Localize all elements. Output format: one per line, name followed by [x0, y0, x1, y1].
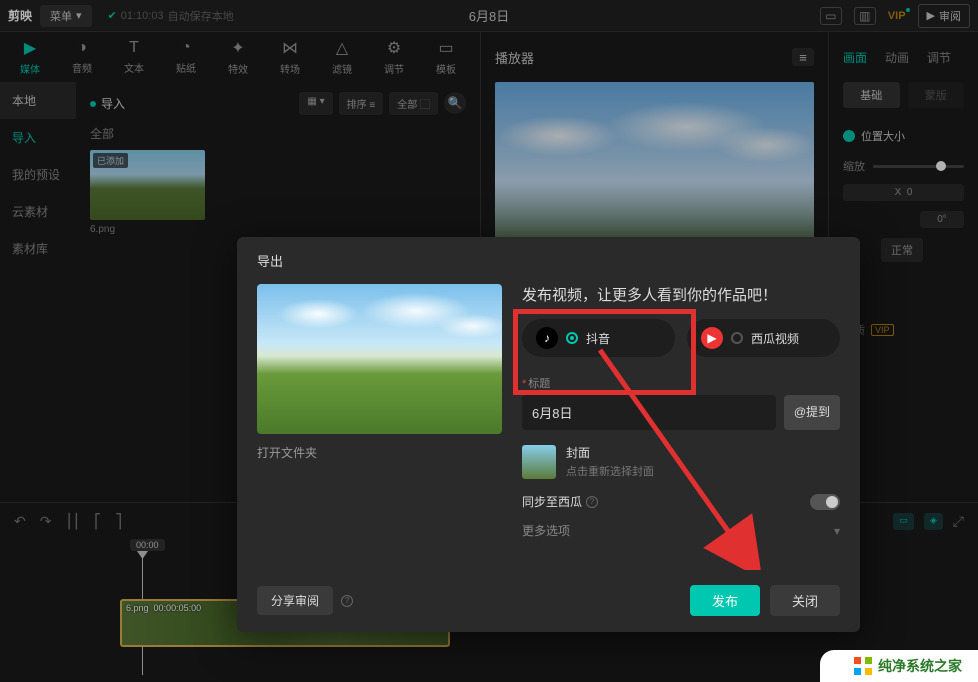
export-preview [257, 284, 502, 434]
sync-toggle[interactable] [810, 494, 840, 510]
export-modal: 导出 打开文件夹 发布视频，让更多人看到你的作品吧！ ♪ 抖音 ▶ 西瓜视频 *… [237, 237, 860, 632]
chevron-down-icon: ▾ [834, 524, 840, 538]
publish-button[interactable]: 发布 [690, 585, 760, 616]
platform-douyin[interactable]: ♪ 抖音 [522, 319, 675, 357]
watermark-logo-icon [854, 657, 872, 675]
publish-heading: 发布视频，让更多人看到你的作品吧！ [522, 284, 840, 305]
cover-label: 封面 [566, 444, 840, 461]
xigua-label: 西瓜视频 [751, 330, 799, 347]
radio-on-icon [566, 332, 578, 344]
help-icon[interactable]: ? [586, 496, 598, 508]
modal-title: 导出 [237, 237, 860, 284]
watermark: 纯净系统之家 [820, 650, 978, 682]
open-folder-link[interactable]: 打开文件夹 [257, 444, 502, 461]
sync-label: 同步至西瓜 [522, 493, 582, 510]
title-section-label: *标题 [522, 375, 840, 391]
cover-hint: 点击重新选择封面 [566, 463, 840, 479]
mention-button[interactable]: @提到 [784, 395, 840, 430]
close-button[interactable]: 关闭 [770, 585, 840, 616]
help-icon[interactable]: ? [341, 595, 353, 607]
watermark-text: 纯净系统之家 [878, 656, 962, 676]
douyin-icon: ♪ [536, 327, 558, 349]
more-options-row[interactable]: 更多选项 ▾ [522, 522, 840, 539]
cover-selector[interactable]: 封面 点击重新选择封面 [522, 444, 840, 479]
xigua-icon: ▶ [701, 327, 723, 349]
platform-xigua[interactable]: ▶ 西瓜视频 [687, 319, 840, 357]
more-label: 更多选项 [522, 522, 570, 539]
share-review-button[interactable]: 分享审阅 [257, 586, 333, 615]
cover-thumbnail [522, 445, 556, 479]
video-title-input[interactable]: 6月8日 [522, 395, 776, 430]
radio-off-icon [731, 332, 743, 344]
douyin-label: 抖音 [586, 330, 610, 347]
